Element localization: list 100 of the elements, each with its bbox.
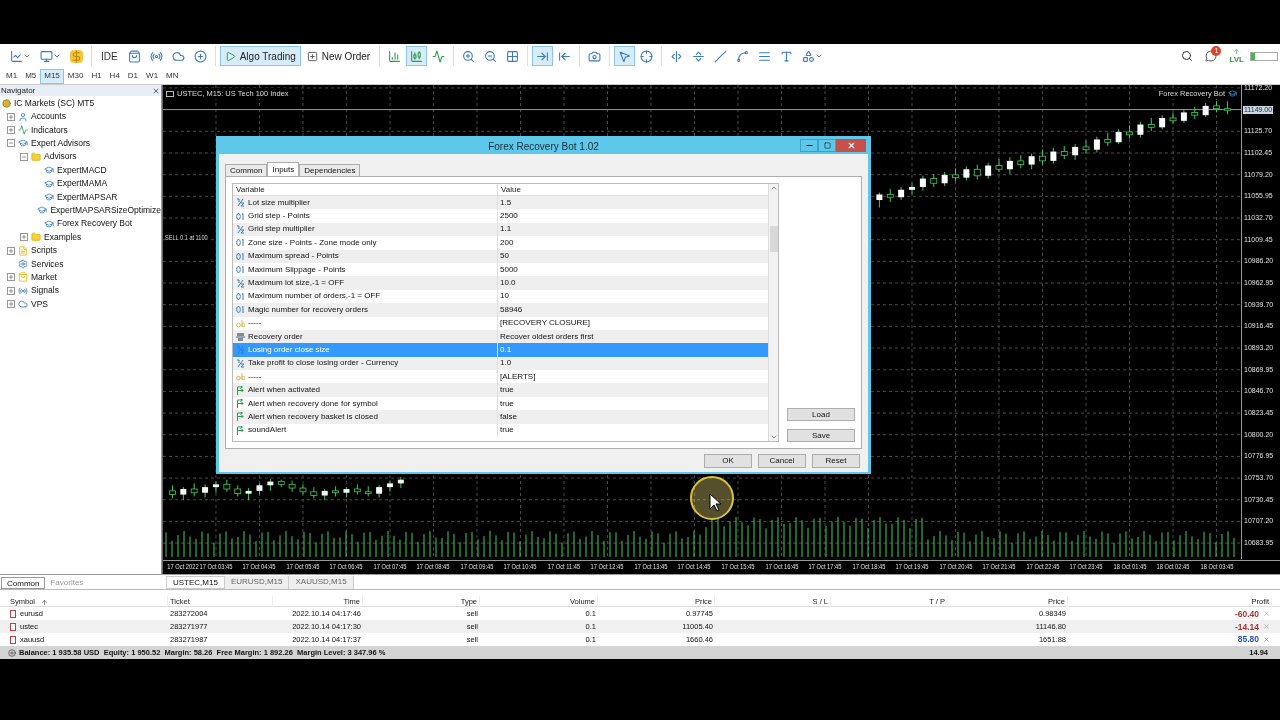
algo-trading-button[interactable]: Algo Trading xyxy=(219,46,301,66)
expand-toggle[interactable] xyxy=(6,286,15,295)
panel-tab[interactable]: Common xyxy=(1,576,46,589)
timeframe-button[interactable]: W1 xyxy=(142,68,163,84)
integer-type-icon xyxy=(236,291,245,301)
dialog-button[interactable]: OK xyxy=(704,454,752,468)
fibonacci-icon xyxy=(758,49,772,63)
vertical-line-icon xyxy=(670,49,684,63)
timeframe-button[interactable]: H1 xyxy=(87,68,106,84)
table-cell: Lot size multiplier xyxy=(248,196,310,209)
search-icon[interactable] xyxy=(1181,50,1194,62)
chart-tab[interactable]: XAUUSD,M15 xyxy=(289,575,354,589)
chart-menu-icon[interactable] xyxy=(166,90,174,97)
plus-icon xyxy=(7,301,14,308)
input-row[interactable]: Alert when activated true xyxy=(233,383,768,397)
dialog-tab[interactable]: Common xyxy=(225,164,268,176)
dialog-tab[interactable]: Dependencies xyxy=(299,164,361,176)
folder-icon xyxy=(31,151,41,162)
ide-button[interactable]: IDE xyxy=(96,46,123,66)
candle xyxy=(190,482,198,497)
integer-type-icon xyxy=(236,305,245,315)
close-position-icon[interactable] xyxy=(1263,610,1270,618)
close-position-icon[interactable] xyxy=(1263,623,1270,631)
navigator-item[interactable]: Services xyxy=(31,257,64,271)
expand-toggle[interactable] xyxy=(6,300,15,309)
autoscroll-button[interactable] xyxy=(532,46,554,66)
candle xyxy=(1039,149,1046,166)
candlestick-icon xyxy=(410,49,424,63)
input-row[interactable]: Magic number for recovery orders 58946 xyxy=(233,303,768,317)
dialog-button[interactable]: Save xyxy=(787,429,855,442)
expand-toggle[interactable] xyxy=(6,246,15,255)
gear-icon xyxy=(18,259,28,269)
timeframe-button[interactable]: M15 xyxy=(40,68,64,84)
close-icon xyxy=(846,141,856,150)
dialog-button[interactable]: Reset xyxy=(812,454,860,468)
navigator-item[interactable]: ExpertMAMA xyxy=(57,177,108,190)
timeframe-button[interactable]: M1 xyxy=(2,68,22,84)
caret-icon xyxy=(53,52,61,60)
scroll-up-icon[interactable] xyxy=(769,184,778,192)
expand-toggle[interactable] xyxy=(6,126,15,135)
table-cell-text: 2500 xyxy=(499,210,518,223)
timeframe-button[interactable]: H4 xyxy=(105,68,124,84)
navigator-item[interactable]: Accounts xyxy=(31,110,66,124)
close-position-icon[interactable] xyxy=(1263,636,1270,644)
dialog-button[interactable]: Cancel xyxy=(758,454,806,468)
timeframe-button[interactable]: M5 xyxy=(21,68,41,84)
scroll-down-icon[interactable] xyxy=(769,433,778,441)
navigator-item[interactable]: Signals xyxy=(31,284,59,298)
timeframe-button[interactable]: MN xyxy=(162,68,183,84)
scrollbar-thumb[interactable] xyxy=(769,226,778,252)
notifications-icon[interactable] xyxy=(1205,50,1218,62)
shift-icon xyxy=(558,49,572,63)
candle xyxy=(353,483,361,496)
maximize-button[interactable] xyxy=(818,139,836,152)
input-row[interactable]: Maximum lot size,-1 = OFF 10.0 xyxy=(233,276,768,290)
level-up-icon xyxy=(1233,48,1241,55)
close-button[interactable] xyxy=(836,139,866,152)
navigator-item[interactable]: Scripts xyxy=(31,244,57,257)
navigator-item[interactable]: Market xyxy=(31,271,57,284)
enum-type-icon xyxy=(236,332,245,342)
candle xyxy=(1093,136,1100,153)
close-icon[interactable] xyxy=(152,86,160,95)
input-row[interactable]: Alert when recovery basket is closed false xyxy=(233,410,768,424)
expand-toggle[interactable] xyxy=(6,273,15,282)
timeframe-button[interactable]: D1 xyxy=(123,68,143,84)
dialog-tab[interactable]: Inputs xyxy=(267,162,300,176)
cursor-button[interactable] xyxy=(614,46,636,66)
navigator-item[interactable]: ExpertMAPSARSizeOptimize xyxy=(50,204,161,217)
scrollbar[interactable] xyxy=(768,184,778,441)
timeframe-button[interactable]: M30 xyxy=(63,68,88,84)
candle xyxy=(1006,156,1013,175)
collapse-toggle[interactable] xyxy=(6,139,15,148)
navigator-item[interactable]: IC Markets (SC) MT5 xyxy=(14,96,95,110)
table-cell: Zone size - Points - Zone mode only xyxy=(248,236,377,249)
chart-tab[interactable]: EURUSD,M15 xyxy=(224,575,290,589)
double-type-icon xyxy=(236,198,245,208)
new-order-button[interactable]: New Order xyxy=(301,46,376,66)
navigator-item[interactable]: Examples xyxy=(44,230,82,244)
candle xyxy=(364,485,372,497)
navigator-item[interactable]: Expert Advisors xyxy=(31,137,91,150)
navigator-item[interactable]: Indicators xyxy=(31,123,68,137)
navigator-item[interactable]: ExpertMACD xyxy=(57,163,107,177)
input-row[interactable]: Lot size multiplier 1.5 xyxy=(233,196,768,210)
table-cell: Recovery order xyxy=(248,330,303,343)
navigator-item[interactable]: VPS xyxy=(31,297,48,311)
integer-type-icon xyxy=(236,238,245,248)
table-cell: Grid step - Points xyxy=(248,210,310,223)
navigator-item[interactable]: Forex Recovery Bot xyxy=(57,217,133,231)
navigator-item[interactable]: Advisors xyxy=(44,150,77,164)
text-tool-icon xyxy=(780,49,794,63)
navigator-item[interactable]: ExpertMAPSAR xyxy=(57,190,118,204)
expand-icon[interactable] xyxy=(8,648,16,657)
expand-toggle[interactable] xyxy=(19,233,28,242)
expand-toggle[interactable] xyxy=(6,112,15,121)
dialog-button[interactable]: Load xyxy=(787,408,855,421)
candlestick-button[interactable] xyxy=(406,46,428,66)
plus-icon xyxy=(20,234,27,241)
minimize-button[interactable] xyxy=(800,139,818,152)
collapse-toggle[interactable] xyxy=(19,152,28,161)
chart-tab[interactable]: USTEC,M15 xyxy=(166,575,225,589)
